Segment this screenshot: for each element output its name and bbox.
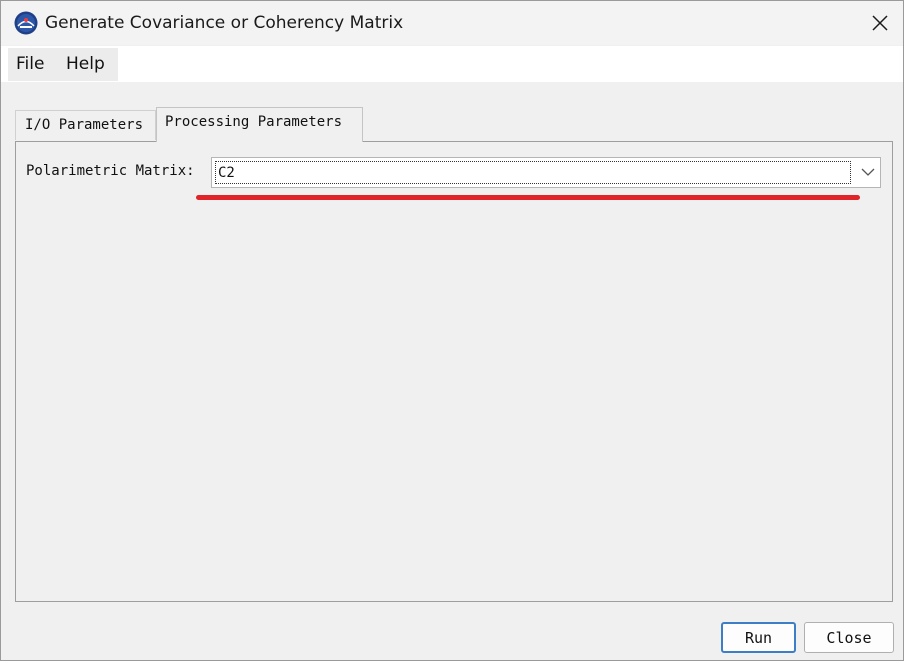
polarimetric-matrix-label: Polarimetric Matrix: [26, 163, 195, 179]
polarimetric-matrix-select[interactable]: C2 [211, 157, 881, 188]
close-button[interactable]: Close [804, 622, 894, 653]
close-icon [872, 15, 888, 31]
tab-io-parameters[interactable]: I/O Parameters [15, 110, 156, 140]
tab-io-parameters-label: I/O Parameters [25, 117, 144, 133]
app-logo-icon [14, 11, 38, 35]
run-button[interactable]: Run [721, 622, 796, 653]
close-window-button[interactable] [857, 1, 903, 45]
red-underline-annotation [196, 195, 860, 200]
polarimetric-matrix-value: C2 [218, 165, 235, 181]
tab-processing-parameters-label: Processing Parameters [165, 114, 343, 130]
tab-processing-parameters[interactable]: Processing Parameters [156, 107, 363, 142]
menu-file[interactable]: File [16, 54, 44, 74]
chevron-down-icon[interactable] [861, 167, 875, 177]
title-bar: Generate Covariance or Coherency Matrix [1, 1, 903, 45]
menu-help[interactable]: Help [66, 54, 105, 74]
processing-parameters-panel: Polarimetric Matrix: C2 [15, 141, 893, 602]
window-title: Generate Covariance or Coherency Matrix [45, 13, 404, 33]
menu-group: File Help [8, 48, 118, 81]
menu-bar: File Help [1, 46, 903, 82]
focus-ring: C2 [215, 161, 851, 184]
dialog-window: Generate Covariance or Coherency Matrix … [0, 0, 904, 661]
